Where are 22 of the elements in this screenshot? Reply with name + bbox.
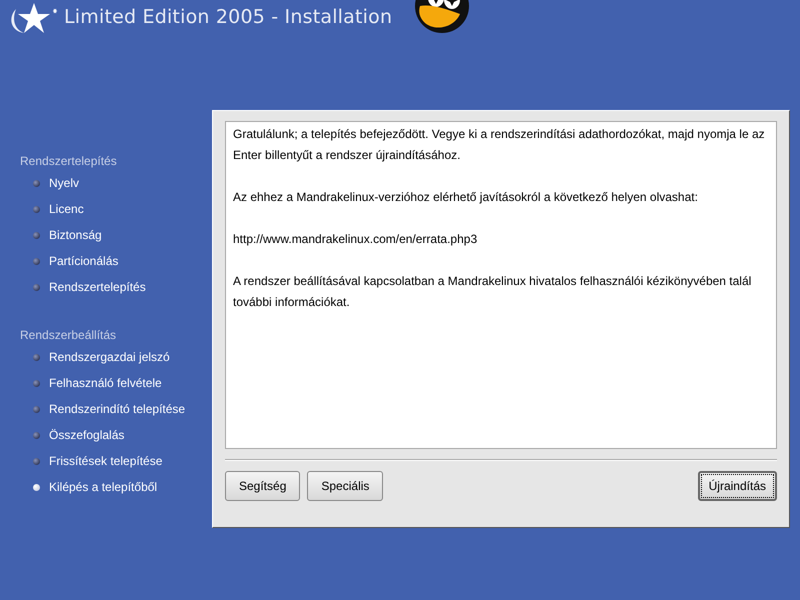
section-heading: Rendszerbeállítás [19, 327, 118, 344]
dialog-button[interactable]: Speciális [307, 471, 384, 501]
step-label: Felhasználó felvétele [49, 376, 162, 390]
message-paragraph: Az ehhez a Mandrakelinux-verzióhoz elérhető javításokról a következő helyen olvashat: [233, 189, 699, 206]
step-label: Licenc [49, 202, 84, 216]
message-paragraph: http://www.mandrakelinux.com/en/errata.php3 [233, 231, 478, 248]
step-label: Összefoglalás [49, 428, 124, 442]
penguin-face-icon [414, 0, 470, 34]
message-paragraph: A rendszer beállításával kapcsolatban a Mandrakelinux hivatalos felhasználói kézikönyvében talál további információkat. [233, 273, 752, 311]
step-label: Kilépés a telepítőből [49, 480, 158, 494]
reboot-button[interactable]: Újraindítás [698, 471, 777, 501]
step-label: Rendszerindító telepítése [49, 402, 186, 416]
step-label: Nyelv [49, 176, 80, 190]
installer-title: Limited Edition 2005 - Installation [64, 6, 392, 28]
dialog-button[interactable]: Segítség [225, 471, 300, 501]
step-label: Rendszergazdai jelszó [49, 350, 170, 364]
message-paragraph: Gratulálunk; a telepítés befejeződött. Vegye ki a rendszerindítási adathordozókat, majd nyomja le az Enter billentyűt a rendszer újraindításához. [233, 126, 766, 164]
step-label: Rendszertelepítés [49, 280, 146, 294]
section-heading: Rendszertelepítés [19, 153, 118, 170]
step-label: Partícionálás [49, 254, 118, 268]
step-label: Biztonság [49, 228, 102, 242]
step-label: Frissítések telepítése [49, 454, 162, 468]
